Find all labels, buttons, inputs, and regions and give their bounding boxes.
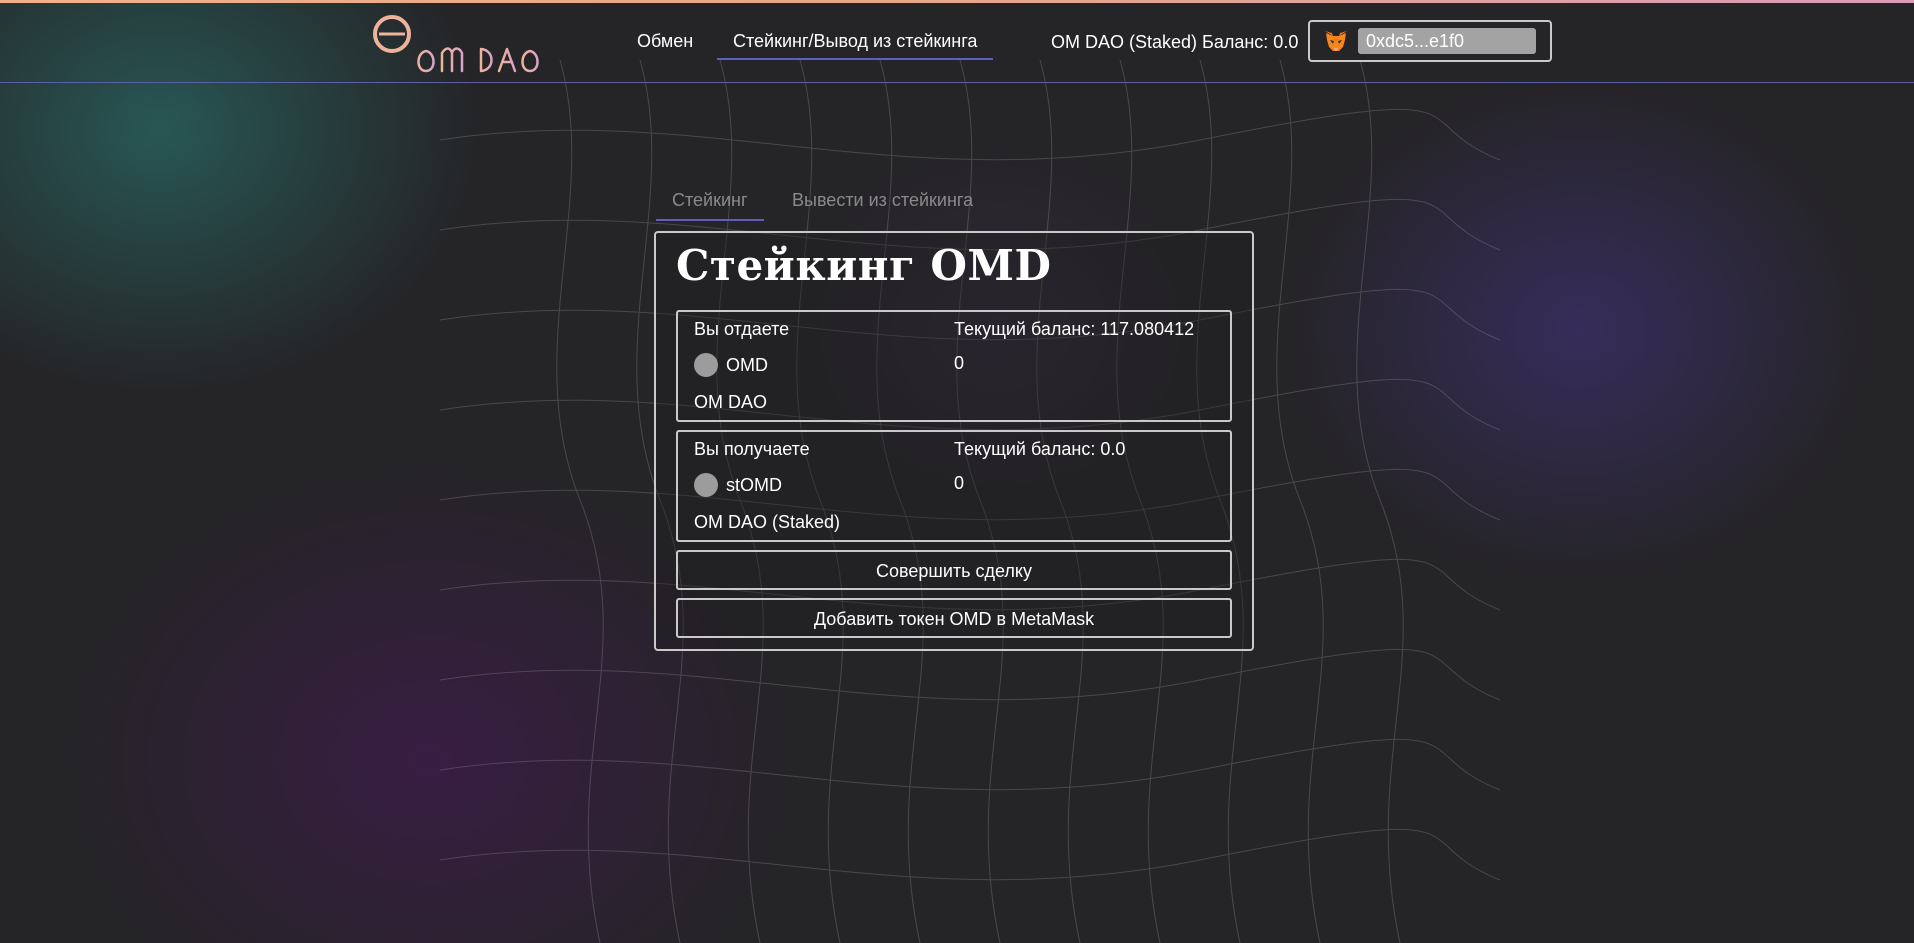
nav-link-staking[interactable]: Стейкинг/Вывод из стейкинга	[733, 31, 977, 52]
token-icon	[694, 473, 718, 497]
staking-card: Стейкинг OMD Вы отдаете Текущий баланс: …	[654, 231, 1254, 651]
wallet-button[interactable]: 0xdc5...e1f0	[1308, 20, 1552, 62]
give-token-name: OM DAO	[694, 392, 768, 412]
give-token-symbol[interactable]: OMD	[726, 355, 768, 376]
receive-token-panel: Вы получаете Текущий баланс: 0.0 stOMD 0…	[676, 430, 1232, 542]
receive-token-symbol[interactable]: stOMD	[726, 475, 782, 496]
token-icon	[694, 353, 718, 377]
active-nav-indicator	[717, 58, 993, 60]
metamask-fox-icon	[1325, 31, 1347, 51]
give-token-panel: Вы отдаете Текущий баланс: 117.080412 OM…	[676, 310, 1232, 422]
tab-stake[interactable]: Стейкинг	[672, 190, 748, 211]
om-dao-logo[interactable]	[352, 9, 564, 75]
receive-label: Вы получаете	[694, 439, 810, 459]
wallet-address: 0xdc5...e1f0	[1358, 28, 1536, 54]
receive-balance: Текущий баланс: 0.0	[954, 439, 1126, 459]
tab-unstake[interactable]: Вывести из стейкинга	[792, 190, 973, 211]
receive-token-name: OM DAO (Staked)	[694, 512, 841, 532]
make-trade-button[interactable]: Совершить сделку	[676, 550, 1232, 590]
staked-balance-text: OM DAO (Staked) Баланс: 0.0	[1051, 32, 1299, 52]
card-title: Стейкинг OMD	[676, 241, 1052, 290]
nav-link-exchange[interactable]: Обмен	[637, 31, 693, 52]
top-navbar: Обмен Стейкинг/Вывод из стейкинга OM DAO…	[0, 3, 1914, 83]
give-balance: Текущий баланс: 117.080412	[954, 319, 1195, 339]
active-tab-indicator	[656, 219, 764, 221]
add-token-to-metamask-button[interactable]: Добавить токен OMD в MetaMask	[676, 598, 1232, 638]
receive-amount: 0	[954, 473, 965, 493]
give-label: Вы отдаете	[694, 319, 790, 339]
give-amount-input[interactable]: 0	[954, 353, 964, 374]
top-accent-line	[0, 0, 1914, 3]
